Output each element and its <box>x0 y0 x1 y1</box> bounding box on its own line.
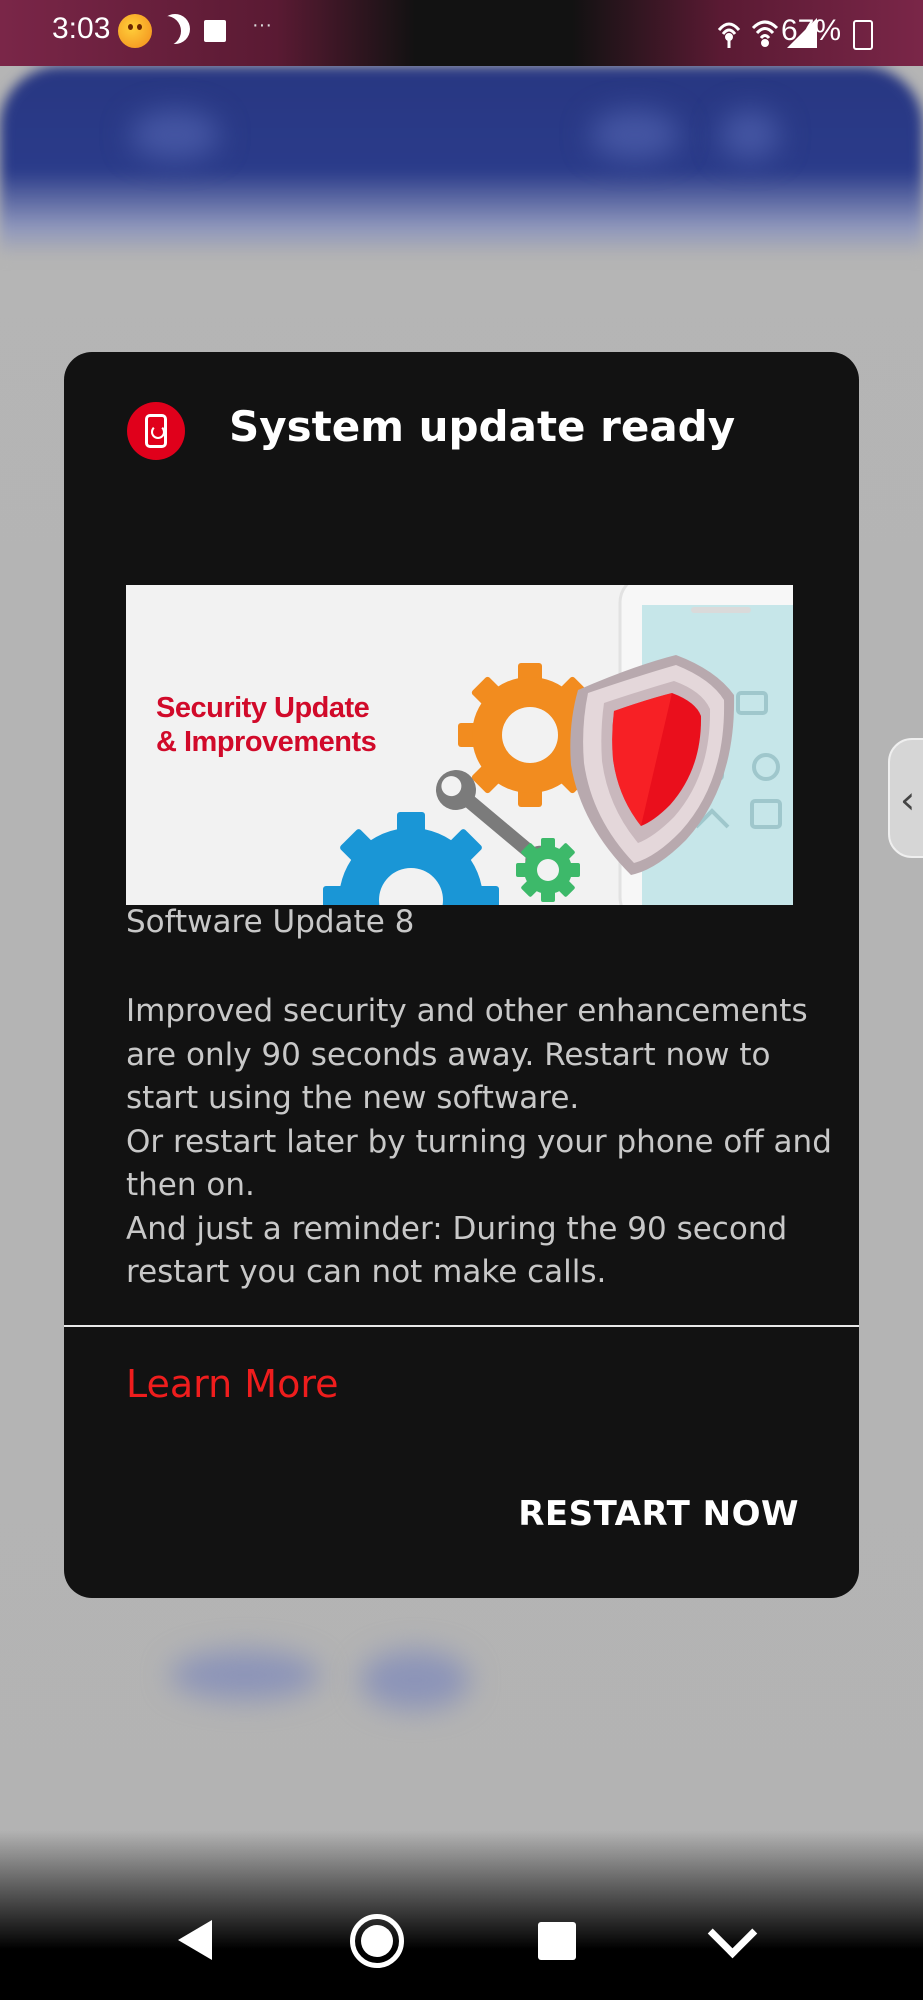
banner-line-2: & Improvements <box>156 726 377 758</box>
background-blur-blob <box>360 1650 470 1710</box>
banner-line-1: Security Update <box>156 692 370 724</box>
divider <box>64 1325 859 1327</box>
status-time: 3:03 <box>52 12 111 45</box>
description-line: are only 90 seconds away. Restart now to <box>126 1036 771 1073</box>
wifi-icon <box>751 20 779 47</box>
background-blur-blob <box>590 110 680 160</box>
collapse-icon[interactable] <box>707 1908 758 1959</box>
home-icon[interactable] <box>350 1914 404 1968</box>
description-line: And just a reminder: During the 90 secon… <box>126 1210 788 1247</box>
restart-now-button[interactable]: RESTART NOW <box>518 1494 799 1534</box>
update-description: Improved security and other enhancements… <box>126 990 832 1295</box>
more-notifications-icon: ··· <box>252 14 272 36</box>
learn-more-link[interactable]: Learn More <box>126 1362 339 1406</box>
background-blur-blob <box>720 110 780 160</box>
edge-panel-handle[interactable]: ‹ <box>888 738 923 858</box>
background-blur-blob <box>130 110 220 160</box>
system-update-dialog: System update ready Security Update & Im… <box>64 352 859 1598</box>
system-update-icon <box>127 402 185 460</box>
blue-gear <box>323 812 499 905</box>
chevron-left-icon: ‹ <box>900 778 916 822</box>
description-line: start using the new software. <box>126 1080 580 1116</box>
background-blur-blob <box>170 1650 320 1700</box>
description-line: then on. <box>126 1167 255 1203</box>
banner-headline: Security Update & Improvements <box>156 691 377 759</box>
update-version-label: Software Update 8 <box>126 904 415 940</box>
battery-percent: 67% <box>780 14 841 47</box>
description-line: Or restart later by turning your phone o… <box>126 1123 832 1160</box>
status-bar: 3:03 ··· 67% <box>0 0 923 66</box>
description-line: restart you can not make calls. <box>126 1254 607 1290</box>
description-line: Improved security and other enhancements <box>126 993 808 1029</box>
square-icon <box>204 20 226 42</box>
green-gear <box>516 838 580 902</box>
phone-refresh-icon <box>145 414 167 448</box>
battery-icon <box>853 20 873 50</box>
recents-icon[interactable] <box>538 1922 576 1960</box>
navigation-bar <box>0 1890 923 2000</box>
back-icon[interactable] <box>178 1920 212 1960</box>
background-app-header <box>0 66 923 256</box>
update-banner-image: Security Update & Improvements <box>126 585 793 905</box>
emoji-icon <box>118 14 152 48</box>
hotspot-icon <box>717 22 741 48</box>
dialog-title: System update ready <box>229 402 736 451</box>
moon-icon <box>160 14 190 44</box>
